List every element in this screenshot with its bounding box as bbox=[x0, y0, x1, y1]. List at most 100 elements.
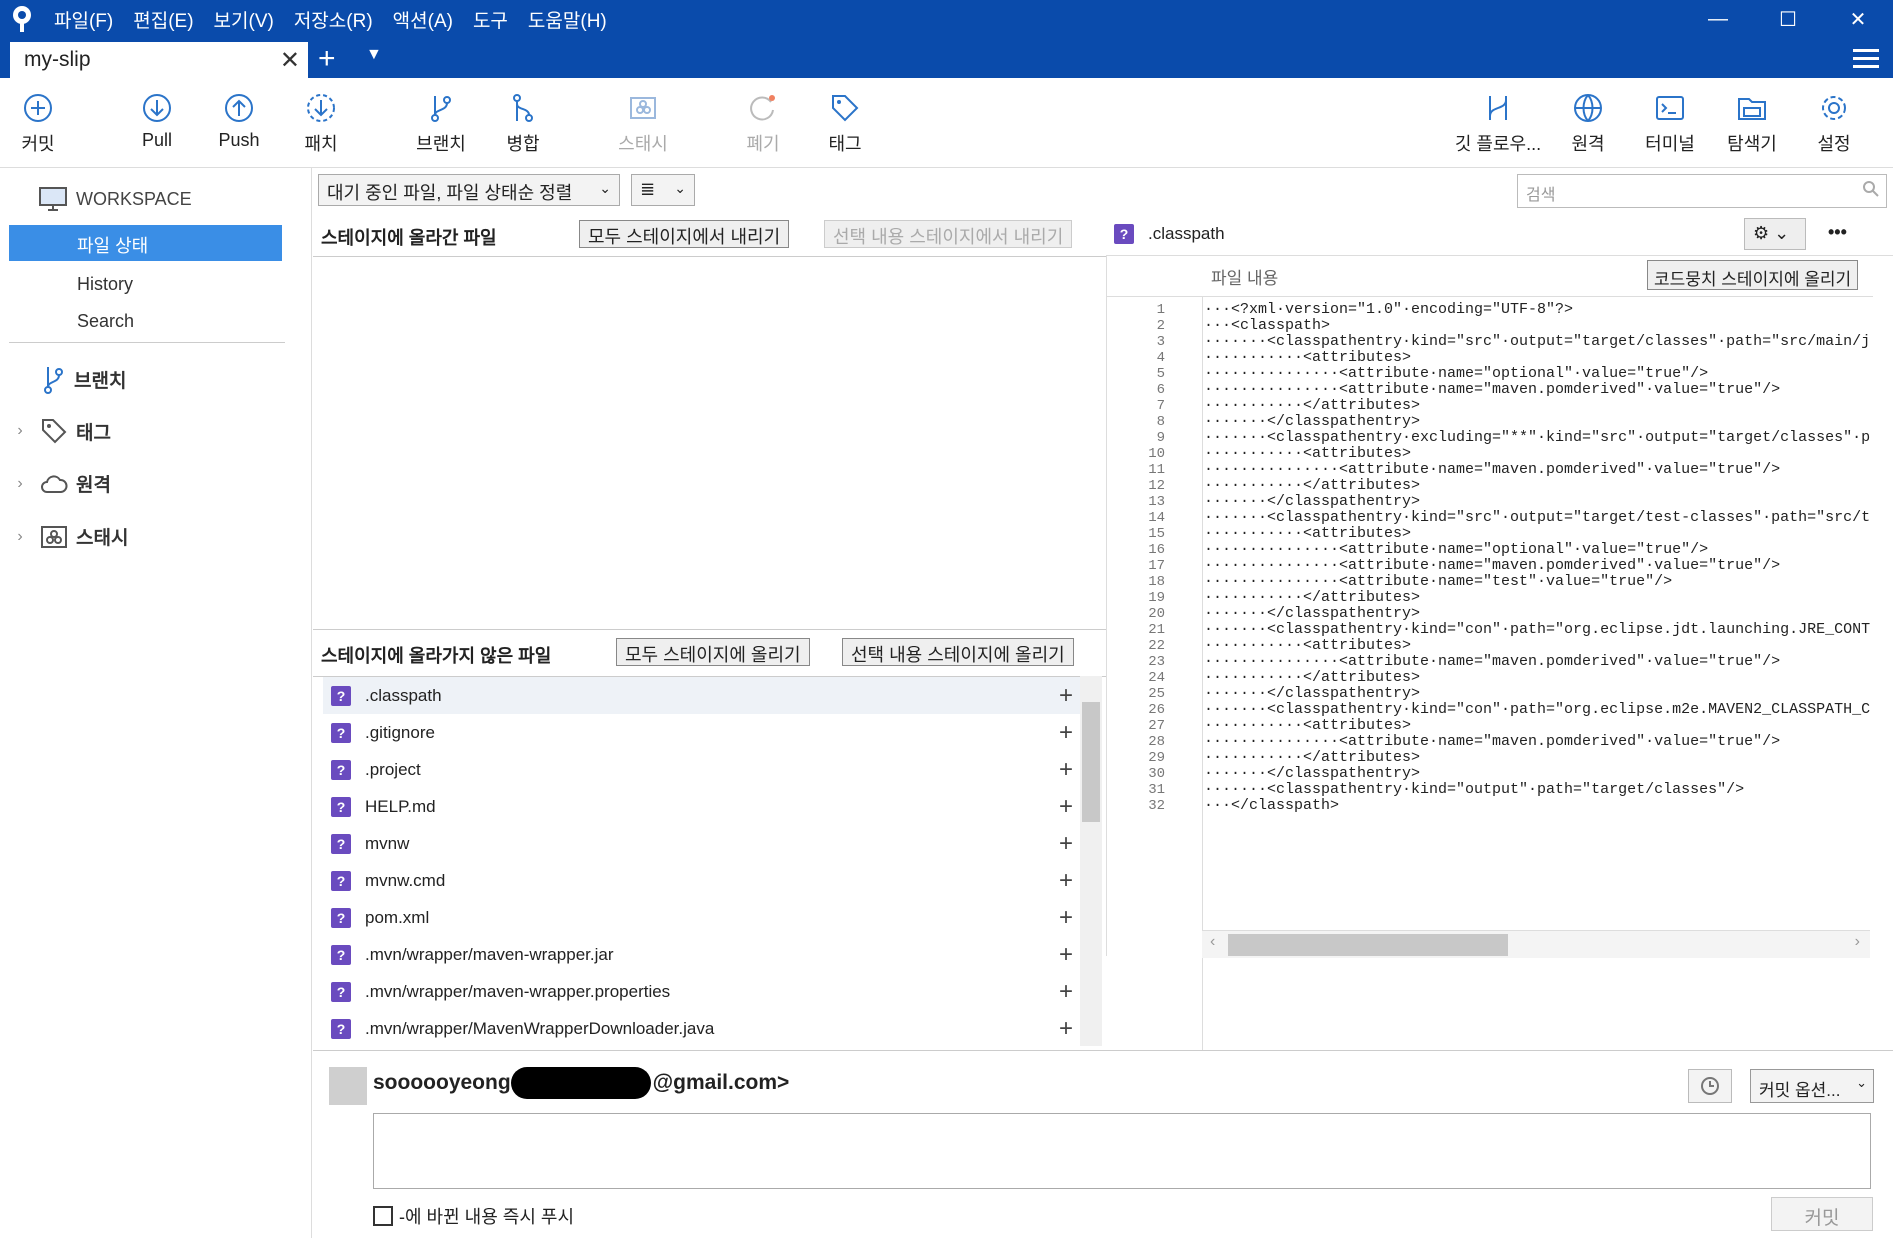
discard-icon bbox=[750, 95, 775, 121]
file-row[interactable]: ? mvnw.cmd + bbox=[323, 862, 1085, 899]
gitflow-button[interactable]: 깃 플로우... bbox=[1448, 92, 1548, 156]
untracked-icon: ? bbox=[1114, 223, 1134, 244]
push-immediately-checkbox[interactable]: -에 바뀐 내용 즉시 푸시 bbox=[373, 1203, 574, 1229]
stage-file-icon[interactable]: + bbox=[1059, 793, 1073, 821]
remote-button[interactable]: 원격 bbox=[1548, 92, 1628, 156]
terminal-button[interactable]: 터미널 bbox=[1630, 92, 1710, 156]
stage-hunk-button[interactable]: 코드뭉치 스테이지에 올리기 bbox=[1647, 260, 1859, 290]
minimize-button[interactable]: — bbox=[1683, 0, 1753, 38]
chevron-down-icon: ⌄ bbox=[674, 180, 686, 196]
repo-tab[interactable]: my-slip ✕ bbox=[10, 42, 308, 78]
pull-label: Pull bbox=[141, 130, 172, 150]
file-row[interactable]: ? .mvn/wrapper/maven-wrapper.properties + bbox=[323, 973, 1085, 1010]
stage-file-icon[interactable]: + bbox=[1059, 719, 1073, 747]
menu-repository[interactable]: 저장소(R) bbox=[284, 6, 383, 33]
commit-history-button[interactable] bbox=[1688, 1069, 1732, 1103]
menu-actions[interactable]: 액션(A) bbox=[383, 6, 463, 33]
branch-button[interactable]: 브랜치 bbox=[401, 92, 481, 156]
line-number: 22 bbox=[1148, 638, 1165, 654]
scrollbar-thumb[interactable] bbox=[1082, 702, 1100, 822]
stash-icon bbox=[41, 525, 67, 548]
file-row[interactable]: ? pom.xml + bbox=[323, 899, 1085, 936]
settings-button[interactable]: 설정 bbox=[1794, 92, 1874, 156]
commit-options-dropdown[interactable]: 커밋 옵션... ⌄ bbox=[1750, 1069, 1874, 1103]
tag-button[interactable]: 태그 bbox=[805, 92, 885, 156]
discard-button[interactable]: 폐기 bbox=[723, 92, 803, 156]
menu-edit[interactable]: 편집(E) bbox=[123, 6, 203, 33]
sidebar-group-tags[interactable]: › 태그 bbox=[0, 417, 300, 445]
diff-view: 파일 내용 코드뭉치 스테이지에 올리기 ···<?xml·version="1… bbox=[1106, 256, 1873, 1216]
stash-button[interactable]: 스태시 bbox=[603, 92, 683, 156]
stage-file-icon[interactable]: + bbox=[1059, 867, 1073, 895]
stage-file-icon[interactable]: + bbox=[1059, 978, 1073, 1006]
sidebar-group-remotes[interactable]: › 원격 bbox=[0, 470, 300, 497]
stage-file-icon[interactable]: + bbox=[1059, 904, 1073, 932]
sidebar-item-file-status[interactable]: 파일 상태 bbox=[9, 225, 282, 261]
staged-title: 스테이지에 올라간 파일 bbox=[321, 228, 497, 248]
checkbox-box[interactable] bbox=[373, 1206, 393, 1226]
sidebar-group-branches[interactable]: 브랜치 bbox=[0, 364, 300, 394]
commit-message-input[interactable] bbox=[373, 1113, 1871, 1189]
view-mode-dropdown[interactable]: ≣ ⌄ bbox=[631, 174, 695, 206]
stash-icon bbox=[630, 97, 656, 119]
scroll-left-icon[interactable]: ‹ bbox=[1210, 933, 1215, 951]
file-row[interactable]: ? .gitignore + bbox=[323, 714, 1085, 751]
scrollbar-thumb[interactable] bbox=[1228, 934, 1508, 956]
unstage-all-button[interactable]: 모두 스테이지에서 내리기 bbox=[579, 220, 790, 248]
chevron-right-icon[interactable]: › bbox=[0, 528, 40, 546]
tab-dropdown-icon[interactable]: ▼ bbox=[366, 46, 382, 64]
push-button[interactable]: Push bbox=[199, 92, 279, 151]
stage-file-icon[interactable]: + bbox=[1059, 830, 1073, 858]
menu-file[interactable]: 파일(F) bbox=[44, 6, 123, 33]
unstage-selected-button[interactable]: 선택 내용 스테이지에서 내리기 bbox=[824, 220, 1073, 248]
line-number: 8 bbox=[1156, 414, 1165, 430]
file-row[interactable]: ? .project + bbox=[323, 751, 1085, 788]
file-row[interactable]: ? .classpath + bbox=[323, 677, 1085, 714]
file-row[interactable]: ? HELP.md + bbox=[323, 788, 1085, 825]
close-window-button[interactable]: ✕ bbox=[1823, 0, 1893, 38]
line-number: 26 bbox=[1148, 702, 1165, 718]
file-list-scrollbar[interactable] bbox=[1080, 676, 1102, 1046]
hamburger-menu-icon[interactable] bbox=[1853, 44, 1879, 73]
stage-file-icon[interactable]: + bbox=[1059, 682, 1073, 710]
sidebar-item-search[interactable]: Search bbox=[77, 311, 134, 332]
diff-gear-button[interactable]: ⚙ ⌄ bbox=[1744, 218, 1806, 250]
fetch-button[interactable]: 패치 bbox=[281, 92, 361, 156]
chevron-right-icon[interactable]: › bbox=[0, 475, 40, 493]
sort-dropdown[interactable]: 대기 중인 파일, 파일 상태순 정렬 ⌄ bbox=[318, 174, 620, 206]
stage-file-icon[interactable]: + bbox=[1059, 1015, 1073, 1043]
tag-label: 태그 bbox=[828, 134, 862, 154]
scroll-right-icon[interactable]: › bbox=[1855, 933, 1860, 951]
line-number: 2 bbox=[1156, 318, 1165, 334]
file-row[interactable]: ? .mvn/wrapper/maven-wrapper.jar + bbox=[323, 936, 1085, 973]
commit-button[interactable]: 커밋 bbox=[0, 92, 78, 156]
untracked-icon: ? bbox=[331, 944, 351, 965]
line-number: 9 bbox=[1156, 430, 1165, 446]
search-input[interactable]: 검색 bbox=[1517, 174, 1887, 208]
new-tab-button[interactable]: + bbox=[318, 44, 336, 74]
explorer-button[interactable]: 탐색기 bbox=[1712, 92, 1792, 156]
file-row[interactable]: ? .mvn/wrapper/MavenWrapperDownloader.jav… bbox=[323, 1010, 1085, 1047]
gitflow-label: 깃 플로우... bbox=[1454, 134, 1542, 154]
stage-selected-button[interactable]: 선택 내용 스테이지에 올리기 bbox=[842, 638, 1074, 666]
menu-view[interactable]: 보기(V) bbox=[204, 6, 284, 33]
stage-file-icon[interactable]: + bbox=[1059, 941, 1073, 969]
stage-file-icon[interactable]: + bbox=[1059, 756, 1073, 784]
sidebar-group-stashes[interactable]: › 스태시 bbox=[0, 523, 300, 550]
commit-submit-button[interactable]: 커밋 bbox=[1771, 1197, 1873, 1231]
more-options-button[interactable]: ••• bbox=[1828, 222, 1847, 243]
menu-help[interactable]: 도움말(H) bbox=[518, 6, 617, 33]
close-tab-icon[interactable]: ✕ bbox=[280, 46, 300, 75]
file-row[interactable]: ? mvnw + bbox=[323, 825, 1085, 862]
stage-all-button[interactable]: 모두 스테이지에 올리기 bbox=[616, 638, 810, 666]
commit-panel: soooooyeong @gmail.com> 커밋 옵션... ⌄ -에 바뀐 … bbox=[313, 1050, 1893, 1238]
pull-button[interactable]: Pull bbox=[117, 92, 197, 151]
menu-tools[interactable]: 도구 bbox=[463, 6, 518, 33]
line-number: 13 bbox=[1148, 494, 1165, 510]
maximize-button[interactable]: ☐ bbox=[1753, 0, 1823, 38]
chevron-right-icon[interactable]: › bbox=[0, 422, 40, 440]
horizontal-scrollbar[interactable]: ‹ › bbox=[1202, 930, 1870, 958]
merge-button[interactable]: 병합 bbox=[483, 92, 563, 156]
sidebar-item-history[interactable]: History bbox=[77, 274, 133, 295]
window-controls: — ☐ ✕ bbox=[1683, 0, 1893, 38]
